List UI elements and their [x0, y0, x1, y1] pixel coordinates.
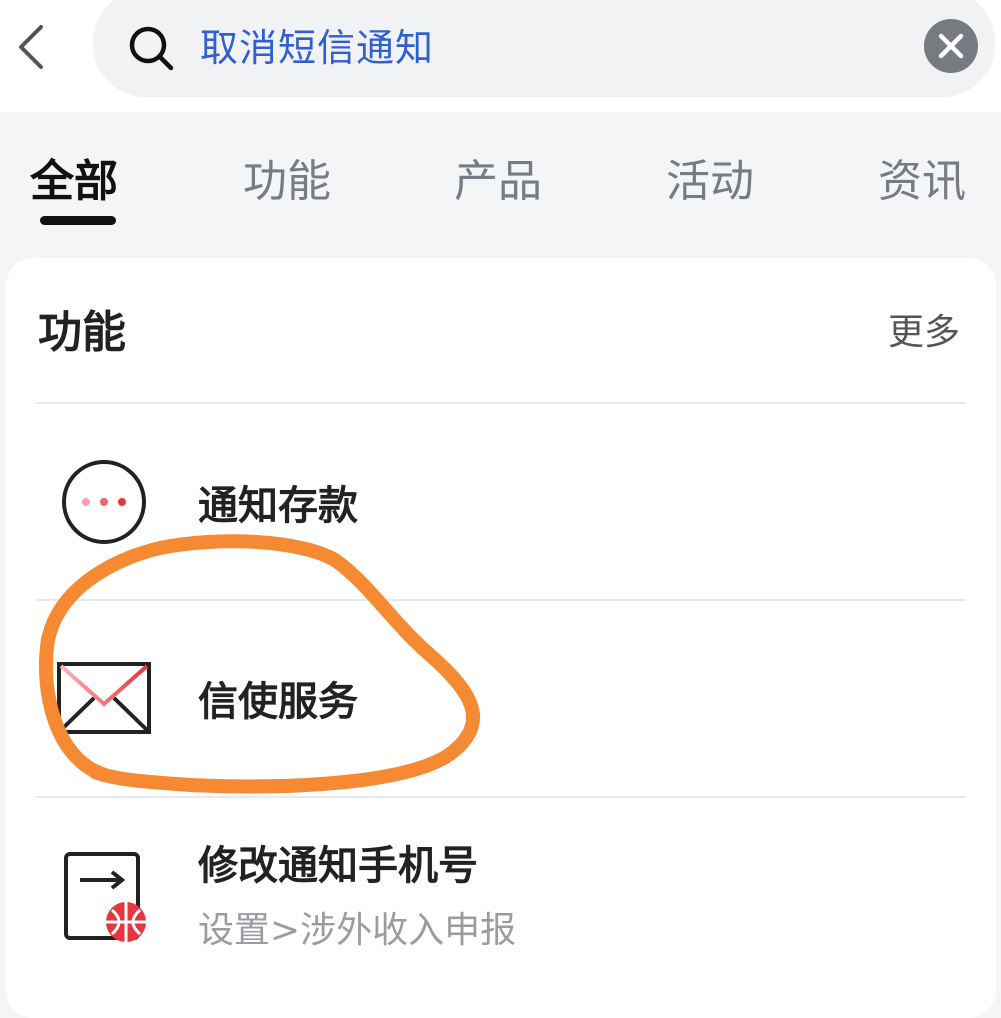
back-button[interactable] [8, 22, 52, 72]
clear-button[interactable] [924, 19, 978, 73]
section-title: 功能 [38, 307, 126, 358]
tab-features[interactable]: 功能 [243, 152, 331, 212]
close-icon [938, 33, 964, 59]
divider [36, 599, 966, 601]
phone-transfer-icon [64, 852, 146, 942]
chevron-left-icon [19, 25, 43, 69]
category-tabs: 全部 功能 产品 活动 资讯 [0, 112, 1001, 252]
active-tab-indicator [40, 216, 116, 225]
list-item-subtitle: 设置>涉外收入申报 [198, 910, 517, 951]
list-item-label: 信使服务 [198, 679, 358, 725]
tab-products[interactable]: 产品 [454, 152, 542, 212]
results-card [6, 258, 996, 1018]
tab-news[interactable]: 资讯 [878, 152, 966, 212]
dots-circle-icon [62, 460, 146, 544]
more-link[interactable]: 更多 [888, 305, 960, 361]
envelope-icon [57, 662, 151, 734]
divider [36, 402, 966, 404]
list-item-label: 修改通知手机号 [198, 843, 478, 889]
list-item-label: 通知存款 [198, 483, 358, 529]
divider [36, 796, 966, 798]
tab-activities[interactable]: 活动 [666, 152, 754, 212]
search-icon [129, 26, 174, 71]
tab-all[interactable]: 全部 [30, 152, 118, 212]
search-input[interactable]: 取消短信通知 [200, 22, 434, 74]
